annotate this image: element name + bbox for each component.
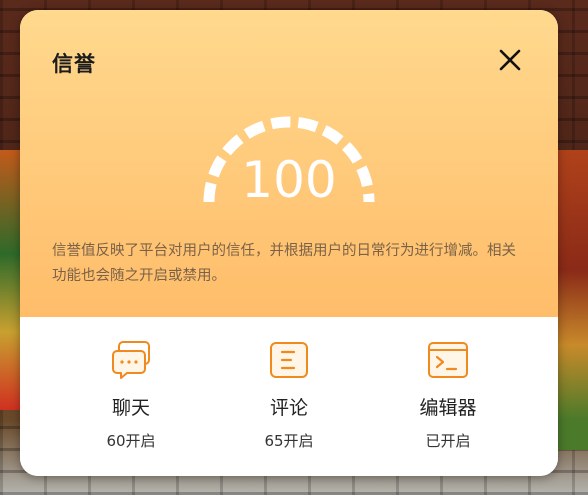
feature-editor-name: 编辑器: [419, 397, 477, 419]
reputation-dialog: 信誉 100 信誉值反映了平台对用户的信任，并根据用户的日常行为进行增减。相关功…: [20, 10, 558, 476]
feature-chat[interactable]: 聊天 60开启: [51, 339, 211, 451]
feature-list: 聊天 60开启 评论 65开启 编辑器 已开启: [20, 317, 558, 476]
feature-comment[interactable]: 评论 65开启: [209, 339, 369, 451]
background-decoration-left: [0, 150, 22, 410]
feature-chat-status: 60开启: [106, 432, 156, 450]
chat-bubbles-icon: [112, 341, 150, 379]
reputation-description: 信誉值反映了平台对用户的信任，并根据用户的日常行为进行增减。相关功能也会随之开启…: [52, 243, 516, 284]
feature-comment-status: 65开启: [264, 432, 314, 450]
feature-editor[interactable]: 编辑器 已开启: [368, 339, 528, 451]
comment-list-icon: [270, 342, 308, 378]
reputation-header: 信誉 100 信誉值反映了平台对用户的信任，并根据用户的日常行为进行增减。相关功…: [20, 10, 558, 317]
feature-editor-status: 已开启: [425, 432, 471, 450]
close-icon: [499, 49, 521, 71]
feature-chat-name: 聊天: [111, 397, 150, 419]
dialog-title: 信誉: [52, 52, 96, 76]
close-button[interactable]: [496, 46, 524, 74]
background-decoration-right: [558, 150, 588, 450]
reputation-score: 100: [241, 151, 337, 209]
feature-comment-name: 评论: [269, 397, 308, 419]
code-editor-icon: [428, 342, 468, 378]
